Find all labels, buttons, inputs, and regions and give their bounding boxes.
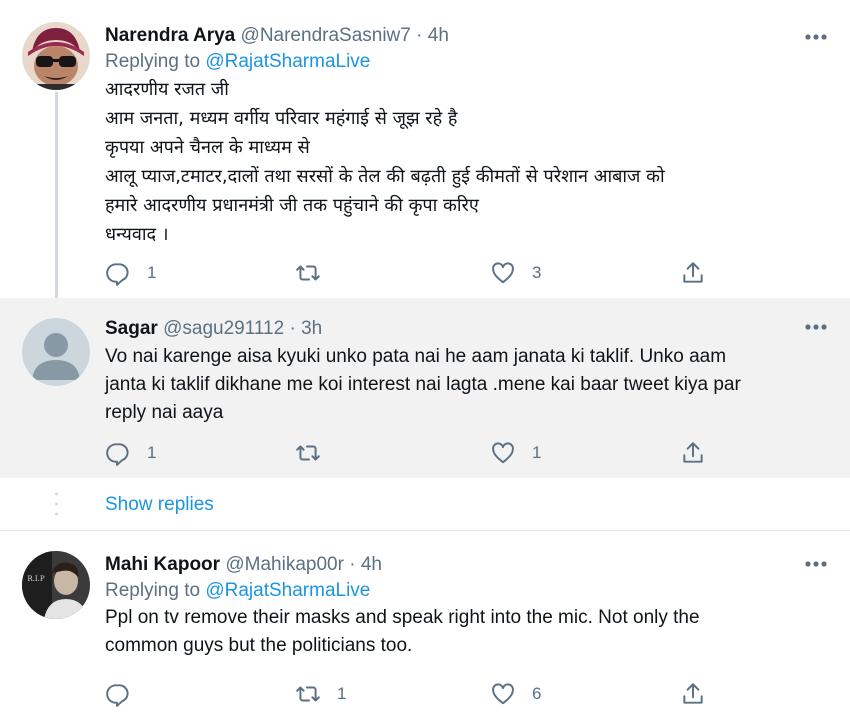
separator-dot: · [289,318,296,339]
show-replies-link[interactable]: Show replies [105,494,214,516]
share-icon [683,442,703,463]
tweet-text-line: आम जनता, मध्यम वर्गीय परिवार महंगाई से ज… [105,108,458,129]
retweet-count: 1 [337,684,347,703]
avatar[interactable] [22,22,90,90]
tweet-header: Sagar @sagu291112 · 3h [105,317,830,341]
reply-count: 1 [147,263,157,282]
tweet-text-line: आलू प्याज,टमाटर,दालों तथा सरसों के तेल क… [105,166,665,187]
like-icon [492,683,514,705]
replying-to-label: Replying to [105,580,201,601]
tweet-text-line: कृपया अपने चैनल के माध्यम से [105,137,310,158]
avatar[interactable] [22,318,90,386]
share-button[interactable] [680,679,706,709]
avatar[interactable]: R.I.P [22,551,90,619]
replying-to-mention[interactable]: @RajatSharmaLive [205,51,370,72]
share-icon [683,262,703,283]
avatar-rip-text: R.I.P [27,575,44,583]
like-button[interactable]: 1 [490,438,541,468]
timestamp[interactable]: 3h [301,318,322,339]
reply-icon [106,443,129,466]
retweet-button[interactable] [295,438,337,468]
tweet-header: Narendra Arya @NarendraSasniw7 · 4h [105,24,830,48]
like-count: 6 [532,684,542,703]
like-button[interactable]: 6 [490,679,541,709]
tweet-mahi-kapoor[interactable]: R.I.P Mahi Kapoor @Mahikap00r · 4h Reply… [0,530,850,712]
retweet-icon [296,265,320,281]
tweet-text-line: आदरणीय रजत जी [105,79,229,100]
replying-to-mention[interactable]: @RajatSharmaLive [205,580,370,601]
tweet-header: Mahi Kapoor @Mahikap00r · 4h [105,553,830,577]
tweet-actions: 1 3 [105,258,725,288]
tweet-narendra-arya[interactable]: Narendra Arya @NarendraSasniw7 · 4h Repl… [0,0,850,298]
tweet-text-line: janta ki taklif dikhane me koi interest … [105,374,741,395]
reply-icon [106,263,129,286]
like-button[interactable]: 3 [490,258,541,288]
user-handle[interactable]: @NarendraSasniw7 [241,25,411,46]
share-button[interactable] [680,438,706,468]
tweet-sagar[interactable]: Sagar @sagu291112 · 3h Vo nai karenge ai… [0,298,850,478]
retweet-button[interactable]: 1 [295,679,346,709]
replying-to-label: Replying to [105,51,201,72]
tweet-text: Ppl on tv remove their masks and speak r… [105,604,830,660]
reply-icon [106,684,129,707]
retweet-icon [296,686,320,702]
tweet-text-line: Vo nai karenge aisa kyuki unko pata nai … [105,346,727,367]
replying-to: Replying to @RajatSharmaLive [105,578,830,604]
user-handle[interactable]: @Mahikap00r [225,554,344,575]
tweet-actions: 1 1 [105,438,725,468]
reply-button[interactable]: 1 [105,258,156,288]
replying-to: Replying to @RajatSharmaLive [105,49,830,75]
tweet-text-line: common guys but the politicians too. [105,635,413,656]
reply-button[interactable] [105,679,147,709]
separator-dot: · [416,25,423,46]
timestamp[interactable]: 4h [361,554,382,575]
display-name[interactable]: Sagar [105,318,158,339]
reply-button[interactable]: 1 [105,438,156,468]
retweet-icon [296,445,320,461]
show-replies-row[interactable]: Show replies [0,478,850,530]
tweet-text-line: Ppl on tv remove their masks and speak r… [105,607,700,628]
tweet-text-line: धन्यवाद । [105,224,169,245]
tweet-text: Vo nai karenge aisa kyuki unko pata nai … [105,343,830,427]
thread-dots [55,492,58,516]
tweet-text: आदरणीय रजत जी आम जनता, मध्यम वर्गीय परिव… [105,75,830,249]
like-icon [492,262,514,284]
thread-line [55,92,58,298]
separator-dot: · [349,554,356,575]
like-count: 3 [532,263,542,282]
display-name[interactable]: Mahi Kapoor [105,554,220,575]
share-icon [683,683,703,704]
tweet-text-line: हमारे आदरणीय प्रधानमंत्री जी तक पहुंचाने… [105,195,479,216]
reply-count: 1 [147,443,157,462]
user-handle[interactable]: @sagu291112 [163,318,284,339]
share-button[interactable] [680,258,706,288]
like-icon [492,442,514,464]
timestamp[interactable]: 4h [428,25,449,46]
tweet-text-line: reply nai aaya [105,402,224,423]
retweet-button[interactable] [295,258,337,288]
display-name[interactable]: Narendra Arya [105,25,235,46]
like-count: 1 [532,443,542,462]
tweet-actions: 1 6 [105,679,725,709]
